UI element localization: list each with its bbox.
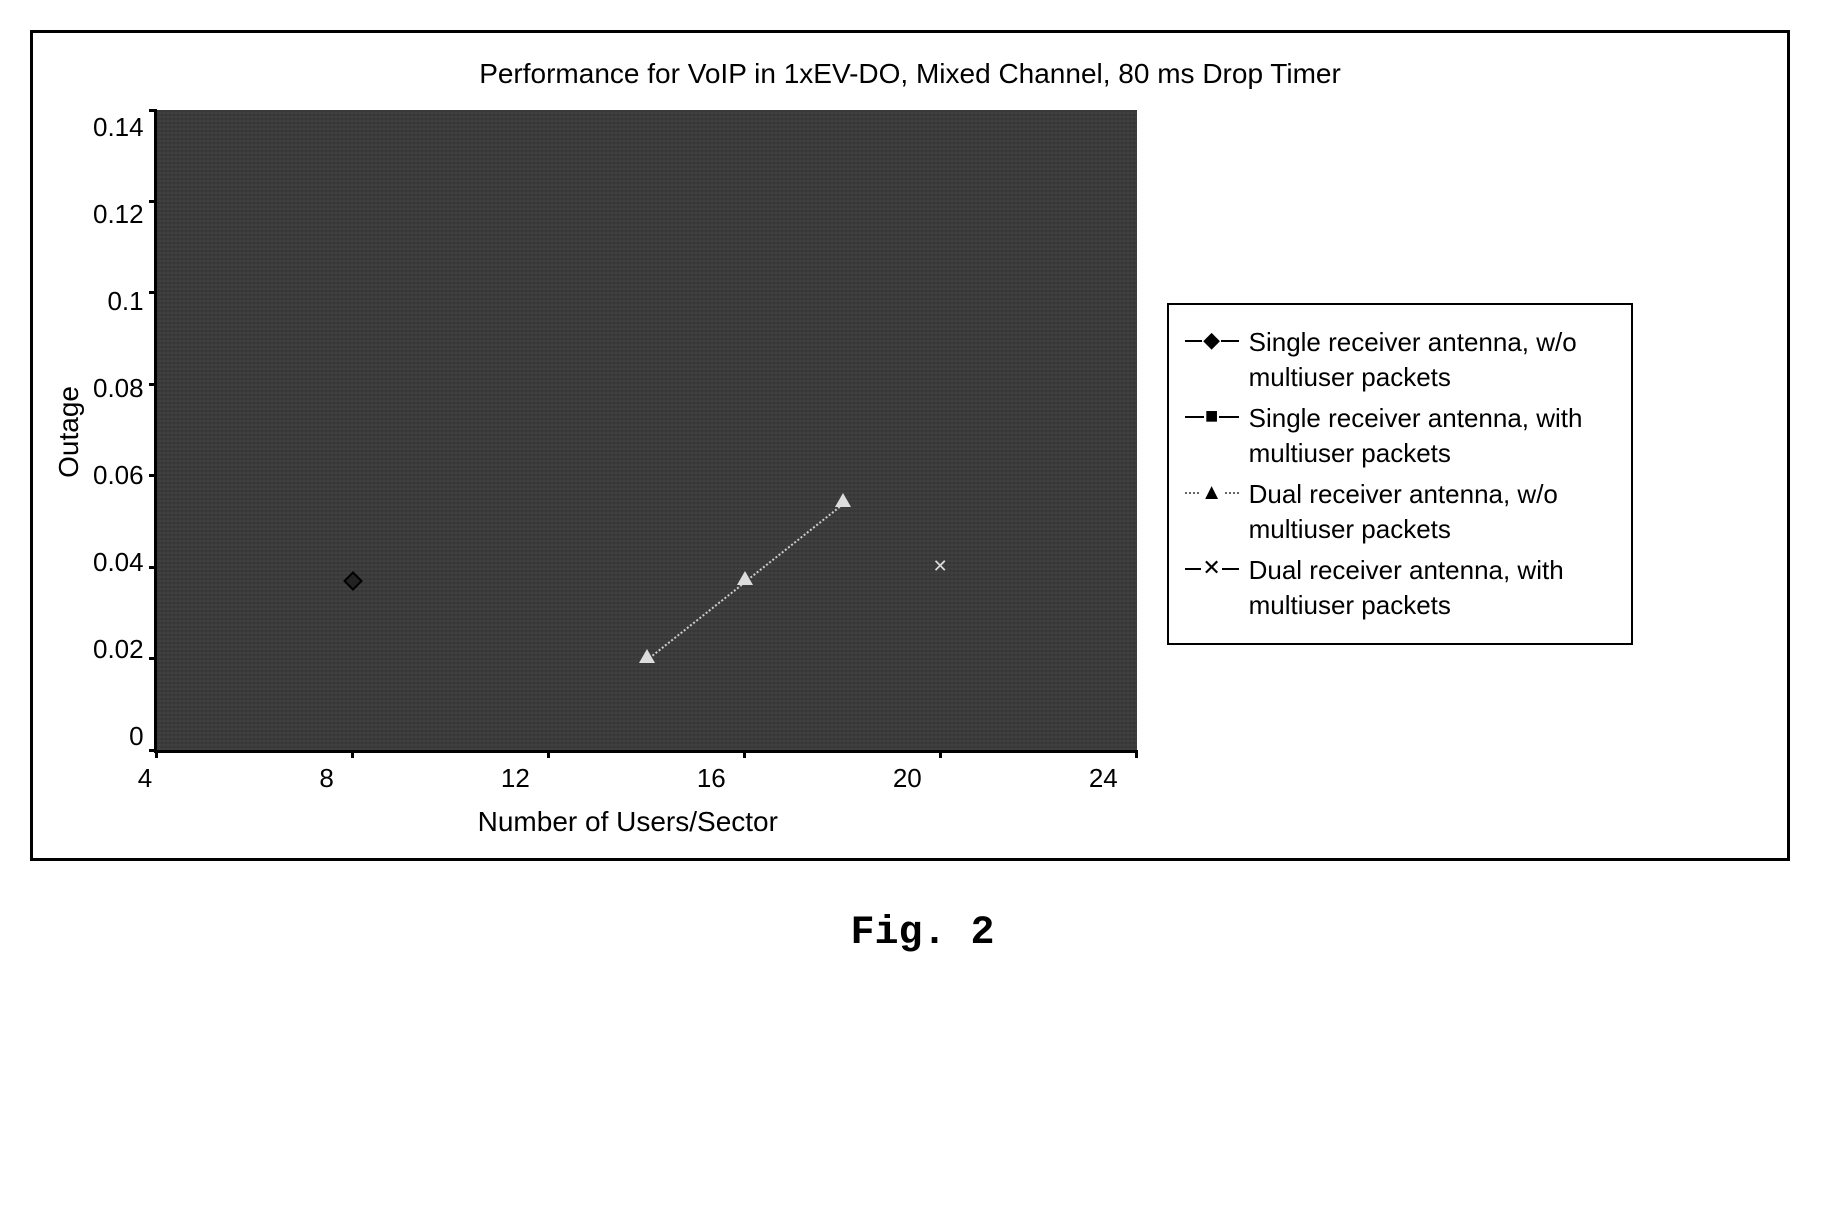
data-point [343, 571, 363, 591]
x-tick-label: 24 [1089, 763, 1118, 794]
x-axis-ticks: 4 8 12 16 20 24 [138, 753, 1118, 794]
chart-layout: Outage 0.14 0.12 0.1 0.08 0.06 0.04 0.02 0 ✕ 4 8… [53, 110, 1767, 838]
y-tick-label: 0.02 [93, 634, 144, 665]
chart-title: Performance for VoIP in 1xEV-DO, Mixed C… [53, 58, 1767, 90]
y-tick-label: 0 [93, 721, 144, 752]
legend-label: Single receiver antenna, with multiuser … [1249, 401, 1615, 471]
y-tick-label: 0.1 [93, 286, 144, 317]
y-tick-label: 0.06 [93, 460, 144, 491]
square-icon: ■ [1204, 405, 1219, 427]
triangle-icon: ▲ [1200, 481, 1224, 503]
figure-frame: Performance for VoIP in 1xEV-DO, Mixed C… [30, 30, 1790, 861]
data-point [737, 571, 753, 585]
legend-label: Dual receiver antenna, with multiuser pa… [1249, 553, 1615, 623]
legend-swatch: ✕ [1185, 553, 1239, 583]
legend-item: ■ Single receiver antenna, with multiuser… [1185, 401, 1615, 471]
data-point [639, 649, 655, 663]
x-tick-label: 8 [319, 763, 333, 794]
figure-caption: Fig. 2 [30, 911, 1815, 956]
legend: ◆ Single receiver antenna, w/o multiuser … [1167, 303, 1633, 646]
chart-area: Outage 0.14 0.12 0.1 0.08 0.06 0.04 0.02 0 ✕ 4 8… [53, 110, 1137, 838]
data-point [835, 493, 851, 507]
legend-item: ▲ Dual receiver antenna, w/o multiuser pa… [1185, 477, 1615, 547]
y-tick-label: 0.08 [93, 373, 144, 404]
plot-area: ✕ [154, 110, 1137, 753]
legend-item: ◆ Single receiver antenna, w/o multiuser … [1185, 325, 1615, 395]
x-axis-label: Number of Users/Sector [138, 806, 1118, 838]
y-tick-label: 0.14 [93, 112, 144, 143]
legend-label: Dual receiver antenna, w/o multiuser pac… [1249, 477, 1615, 547]
y-tick-label: 0.04 [93, 547, 144, 578]
x-tick-label: 16 [697, 763, 726, 794]
legend-swatch: ◆ [1185, 325, 1239, 355]
x-tick-label: 4 [138, 763, 152, 794]
x-tick-label: 20 [893, 763, 922, 794]
diamond-icon: ◆ [1202, 329, 1221, 351]
legend-swatch: ■ [1185, 401, 1239, 431]
legend-item: ✕ Dual receiver antenna, with multiuser p… [1185, 553, 1615, 623]
y-axis-ticks: 0.14 0.12 0.1 0.08 0.06 0.04 0.02 0 [93, 112, 154, 752]
legend-label: Single receiver antenna, w/o multiuser p… [1249, 325, 1615, 395]
x-icon: ✕ [1201, 557, 1221, 579]
y-axis-label: Outage [53, 386, 85, 478]
x-tick-label: 12 [501, 763, 530, 794]
legend-swatch: ▲ [1185, 477, 1239, 507]
y-tick-label: 0.12 [93, 199, 144, 230]
data-point: ✕ [933, 556, 948, 577]
